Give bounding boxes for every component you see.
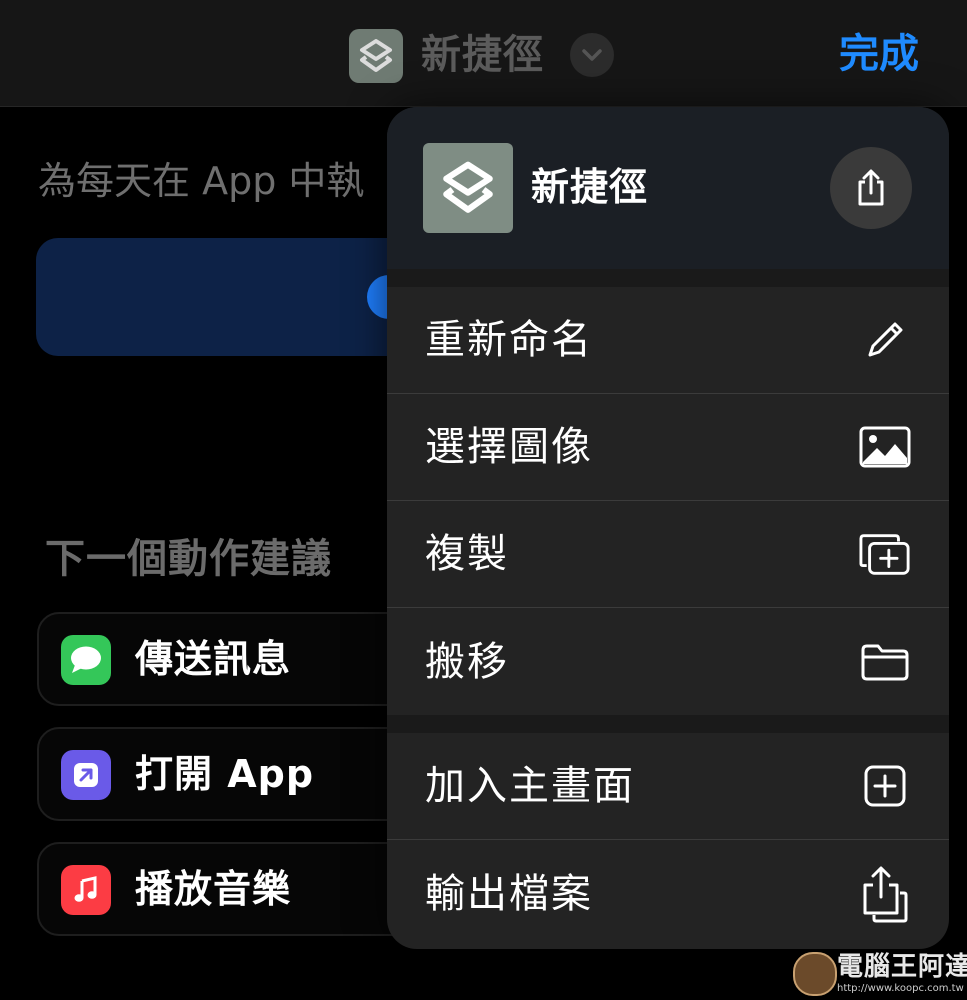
title-menu-button[interactable]	[570, 33, 614, 77]
duplicate-icon	[859, 528, 911, 580]
chevron-down-icon	[582, 49, 602, 61]
watermark: 電腦王阿達 http://www.koopc.com.tw	[793, 948, 967, 998]
export-file-icon	[859, 866, 911, 922]
menu-item-rename[interactable]: 重新命名	[387, 287, 949, 394]
suggestion-label: 傳送訊息	[135, 637, 292, 681]
menu-divider	[387, 269, 949, 287]
share-button[interactable]	[830, 147, 912, 229]
menu-item-duplicate[interactable]: 複製	[387, 501, 949, 608]
menu-header: 新捷徑	[387, 107, 949, 269]
layers-icon	[360, 39, 392, 72]
menu-item-label: 重新命名	[425, 317, 593, 363]
folder-icon	[859, 636, 911, 688]
shortcut-title[interactable]: 新捷徑	[421, 30, 544, 80]
photo-icon	[859, 421, 911, 473]
menu-item-export-file[interactable]: 輸出檔案	[387, 840, 949, 947]
menu-item-label: 選擇圖像	[425, 424, 593, 470]
menu-item-add-to-home-screen[interactable]: 加入主畫面	[387, 733, 949, 840]
layers-icon	[443, 161, 493, 213]
menu-item-label: 複製	[425, 531, 509, 577]
menu-item-choose-image[interactable]: 選擇圖像	[387, 394, 949, 501]
shortcut-icon[interactable]	[349, 29, 403, 83]
shortcut-context-menu: 新捷徑 重新命名 選擇圖像 複製 搬移 加入主畫面 輸出檔案	[387, 107, 949, 949]
watermark-text: 電腦王阿達	[837, 952, 967, 982]
menu-item-label: 輸出檔案	[425, 870, 593, 917]
add-square-icon	[859, 760, 911, 812]
menu-item-label: 搬移	[425, 638, 509, 685]
music-icon	[61, 865, 111, 915]
suggestion-label: 打開 App	[135, 752, 315, 796]
suggestion-label: 播放音樂	[135, 867, 292, 911]
messages-icon	[61, 635, 111, 685]
menu-item-label: 加入主畫面	[425, 763, 635, 809]
shortcut-icon	[423, 143, 513, 233]
section-title: 下一個動作建議	[45, 536, 332, 582]
menu-shortcut-name: 新捷徑	[531, 165, 649, 209]
done-button[interactable]: 完成	[839, 28, 919, 80]
shortcut-description: 為每天在 App 中執	[38, 159, 365, 203]
pencil-icon	[859, 314, 911, 366]
mascot-icon	[793, 952, 837, 996]
menu-divider	[387, 715, 949, 733]
share-icon	[858, 169, 884, 206]
navigation-bar: 新捷徑 完成	[0, 0, 967, 107]
menu-item-move[interactable]: 搬移	[387, 608, 949, 715]
open-app-icon	[61, 750, 111, 800]
watermark-url: http://www.koopc.com.tw	[837, 983, 964, 994]
